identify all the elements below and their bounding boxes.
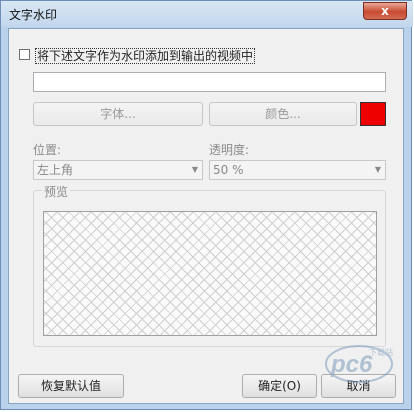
opacity-value: 50 %	[213, 163, 244, 177]
close-icon: x	[381, 4, 389, 18]
preview-group: 预览	[33, 183, 386, 347]
dialog-content: 将下述文字作为水印添加到输出的视频中 字体... 颜色... 位置: 左上角 ▼…	[8, 28, 404, 404]
watermark-enable-label[interactable]: 将下述文字作为水印添加到输出的视频中	[35, 48, 256, 64]
color-button[interactable]: 颜色...	[209, 102, 357, 126]
preview-label: 预览	[42, 183, 71, 200]
color-swatch[interactable]	[360, 102, 386, 126]
opacity-select[interactable]: 50 % ▼	[209, 160, 386, 180]
chevron-down-icon: ▼	[191, 165, 198, 174]
cancel-button[interactable]: 取消	[321, 374, 396, 398]
window-title: 文字水印	[9, 8, 58, 22]
opacity-label: 透明度:	[209, 143, 250, 157]
position-select[interactable]: 左上角 ▼	[33, 160, 203, 180]
watermark-text-input[interactable]	[33, 72, 386, 92]
position-value: 左上角	[37, 163, 74, 177]
ok-button[interactable]: 确定(O)	[242, 374, 317, 398]
preview-canvas	[43, 211, 377, 336]
title-bar[interactable]: 文字水印 x	[1, 1, 413, 27]
close-button[interactable]: x	[363, 2, 407, 20]
reset-defaults-button[interactable]: 恢复默认值	[18, 374, 124, 398]
chevron-down-icon: ▼	[374, 165, 381, 174]
font-button[interactable]: 字体...	[33, 102, 203, 126]
dialog-window: 文字水印 x 将下述文字作为水印添加到输出的视频中 字体... 颜色... 位置…	[0, 0, 413, 410]
position-label: 位置:	[33, 143, 62, 157]
watermark-enable-checkbox[interactable]	[19, 49, 30, 60]
